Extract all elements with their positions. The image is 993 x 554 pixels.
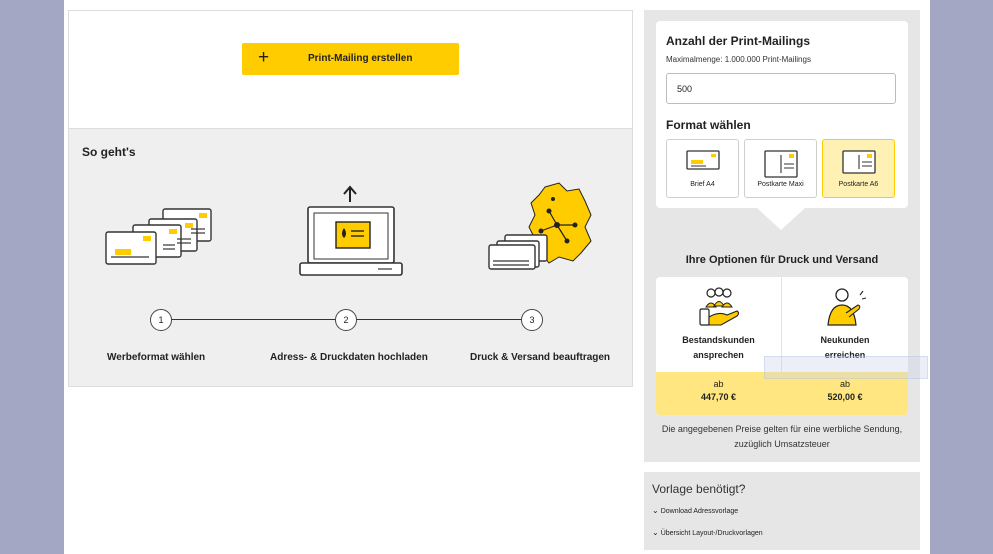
step-3-label: Druck & Versand beauftragen — [470, 352, 611, 363]
option-price-box: ab 447,70 € — [656, 372, 781, 415]
create-button-label: Print-Mailing erstellen — [308, 53, 413, 64]
quantity-subtitle: Maximalmenge: 1.000.000 Print-Mailings — [666, 55, 811, 64]
chevron-down-icon: ⌄ — [652, 528, 659, 537]
price-prefix: ab — [713, 379, 724, 389]
customers-group-icon — [698, 287, 739, 326]
layout-templates-link[interactable]: ⌄ Übersicht Layout-/Druckvorlagen — [652, 528, 763, 537]
options-title: Ihre Optionen für Druck und Versand — [685, 254, 879, 266]
format-title: Format wählen — [666, 118, 751, 132]
format-option-postkarte-a6[interactable]: Postkarte A6 — [822, 139, 895, 198]
quantity-format-card: Anzahl der Print-Mailings Maximalmenge: … — [656, 21, 908, 208]
plus-icon: + — [258, 47, 270, 68]
option-bestandskunden[interactable]: Bestandskunden ansprechen ab 447,70 € — [656, 277, 782, 415]
option-name: Bestandskunden ansprechen — [682, 335, 755, 360]
template-panel: Vorlage benötigt? ⌄ Download Adressvorlag… — [644, 472, 920, 550]
format-label: Postkarte A6 — [838, 181, 879, 188]
step-2-circle: 2 — [335, 309, 357, 331]
laptop-upload-illustration — [299, 185, 403, 276]
format-label: Brief A4 — [690, 181, 715, 188]
quantity-input[interactable] — [666, 73, 896, 104]
template-title: Vorlage benötigt? — [652, 482, 746, 496]
how-it-works-title: So geht's — [82, 145, 136, 159]
step-1-label: Werbeformat wählen — [107, 352, 206, 363]
letter-icon — [685, 150, 720, 170]
options-card: Bestandskunden ansprechen ab 447,70 € Ne… — [656, 277, 908, 415]
create-mailing-panel: + Print-Mailing erstellen — [68, 10, 633, 129]
format-label: Postkarte Maxi — [757, 181, 804, 188]
faded-overlay-element — [764, 356, 928, 379]
format-option-postkarte-maxi[interactable]: Postkarte Maxi — [744, 139, 817, 198]
format-option-brief-a4[interactable]: Brief A4 — [666, 139, 739, 198]
calculator-panel: Anzahl der Print-Mailings Maximalmenge: … — [644, 10, 920, 462]
price-value: 520,00 € — [827, 392, 863, 402]
step-3-circle: 3 — [521, 309, 543, 331]
price-value: 447,70 € — [700, 392, 737, 402]
create-print-mailing-button[interactable]: + Print-Mailing erstellen — [242, 43, 459, 75]
step-1-circle: 1 — [150, 309, 172, 331]
step-2-label: Adress- & Druckdaten hochladen — [270, 352, 428, 363]
quantity-title: Anzahl der Print-Mailings — [666, 34, 811, 48]
price-prefix: ab — [839, 379, 850, 389]
postcard-a6-icon — [841, 150, 876, 174]
download-address-template-link[interactable]: ⌄ Download Adressvorlage — [652, 506, 738, 515]
page: + Print-Mailing erstellen So geht's 1 2 … — [64, 0, 930, 554]
chevron-down-icon: ⌄ — [652, 506, 659, 515]
new-customer-icon — [827, 288, 867, 326]
postcard-maxi-icon — [763, 150, 798, 178]
card-pointer-arrow — [757, 208, 805, 230]
letters-stack-illustration — [105, 208, 212, 265]
germany-map-illustration — [488, 182, 592, 270]
price-note: Die angegebenen Preise gelten für eine w… — [661, 424, 903, 449]
how-it-works-panel: So geht's 1 2 3 Werbeformat wählen Adres… — [68, 129, 633, 387]
option-neukunden[interactable]: Neukunden erreichen ab 520,00 € — [782, 277, 908, 415]
